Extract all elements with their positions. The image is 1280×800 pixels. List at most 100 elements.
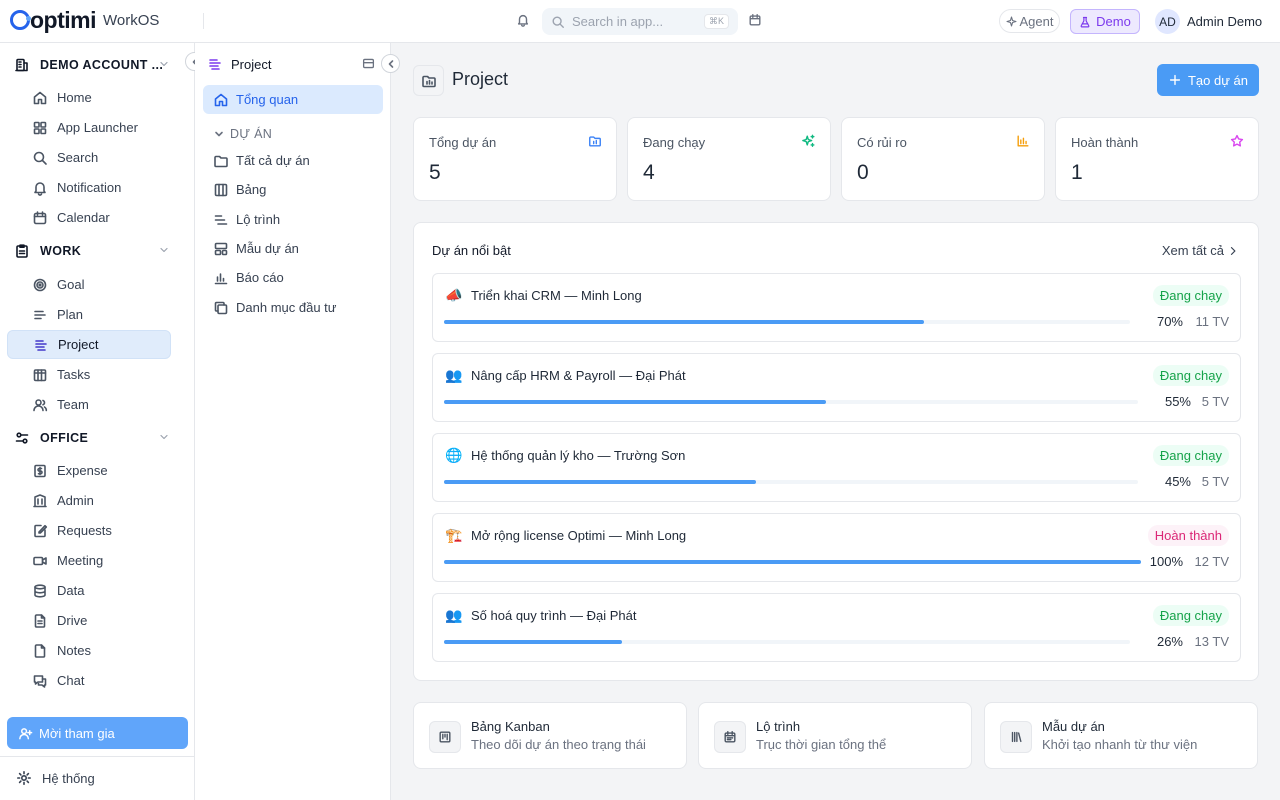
stat-card-total[interactable]: Tổng dự án 5 xyxy=(413,117,617,201)
project-card[interactable]: 📣 Triển khai CRM — Minh Long Đang chạy 7… xyxy=(432,273,1241,342)
bell-icon xyxy=(34,181,46,196)
sidebar-item-data[interactable]: Data xyxy=(7,576,171,605)
sidebar-item-expense[interactable]: Expense xyxy=(7,456,171,485)
sidebar-item-label: Goal xyxy=(57,277,85,292)
project-emoji: 📣 xyxy=(445,287,463,303)
subnav-group-projects[interactable]: DỰ ÁN xyxy=(214,127,272,141)
search-input[interactable]: Search in app... ⌘K xyxy=(542,8,738,35)
progress-track xyxy=(444,640,1130,644)
member-count: 5 TV xyxy=(1201,474,1229,489)
sidebar-item-tasks[interactable]: Tasks xyxy=(7,360,171,389)
quick-link-roadmap[interactable]: Lộ trình Trục thời gian tổng thể xyxy=(698,702,972,769)
home-icon xyxy=(214,93,228,106)
chevron-down-icon xyxy=(160,434,168,440)
divider xyxy=(203,13,204,29)
member-count: 13 TV xyxy=(1194,634,1229,649)
stat-card-running[interactable]: Đang chạy 4 xyxy=(627,117,831,201)
project-emoji: 🌐 xyxy=(445,447,463,463)
project-subnav: Project Tổng quan DỰ ÁN Tất cả dự án Bản… xyxy=(195,43,391,800)
subnav-item-overview[interactable]: Tổng quan xyxy=(203,85,383,114)
user-avatar[interactable]: AD xyxy=(1155,9,1180,34)
sidebar-item-team[interactable]: Team xyxy=(7,390,171,419)
chevron-down-icon xyxy=(215,131,223,137)
user-name[interactable]: Admin Demo xyxy=(1187,14,1262,29)
quick-link-kanban[interactable]: Bảng Kanban Theo dõi dự án theo trạng th… xyxy=(413,702,687,769)
subnav-item-portfolio[interactable]: Danh mục đầu tư xyxy=(203,293,383,322)
sidebar-item-requests[interactable]: Requests xyxy=(7,516,171,545)
app-logo[interactable]: optimi WorkOS xyxy=(10,5,159,35)
sidebar-item-drive[interactable]: Drive xyxy=(7,606,171,635)
search-icon xyxy=(33,151,47,165)
sidebar-item-plan[interactable]: Plan xyxy=(7,300,171,329)
quick-link-title: Mẫu dự án xyxy=(1042,719,1105,734)
sidebar-item-search[interactable]: Search xyxy=(7,143,171,172)
top-bar: optimi WorkOS Search in app... ⌘K Agent … xyxy=(0,0,1280,43)
stat-value: 1 xyxy=(1071,161,1083,184)
sidebar-item-notes[interactable]: Notes xyxy=(7,636,171,665)
target-icon xyxy=(33,278,47,291)
stat-value: 5 xyxy=(429,161,441,184)
section-work[interactable]: WORK xyxy=(14,241,180,261)
project-card[interactable]: 👥 Số hoá quy trình — Đại Phát Đang chạy … xyxy=(432,593,1241,662)
subnav-item-label: Lộ trình xyxy=(236,212,281,227)
subnav-item-board[interactable]: Bảng xyxy=(203,175,383,204)
demo-button[interactable]: Demo xyxy=(1070,9,1140,34)
sidebar-item-goal[interactable]: Goal xyxy=(7,270,171,299)
sidebar-item-meeting[interactable]: Meeting xyxy=(7,546,171,575)
kanban-icon xyxy=(429,721,461,753)
sidebar-item-label: Drive xyxy=(57,613,88,628)
lines-icon xyxy=(34,310,46,319)
sidebar-item-chat[interactable]: Chat xyxy=(7,666,171,695)
progress-fill xyxy=(444,560,1141,564)
project-name: Nâng cấp HRM & Payroll — Đại Phát xyxy=(471,368,686,383)
see-all-link[interactable]: Xem tất cả xyxy=(1162,243,1239,258)
progress-fill xyxy=(444,640,623,644)
template-icon xyxy=(214,242,228,255)
sidebar-item-calendar[interactable]: Calendar xyxy=(7,203,171,232)
quick-link-templates[interactable]: Mẫu dự án Khởi tạo nhanh từ thư viện xyxy=(984,702,1258,769)
sidebar-item-app-launcher[interactable]: App Launcher xyxy=(7,113,171,142)
settings-label: Hệ thống xyxy=(42,770,95,786)
status-badge: Đang chạy xyxy=(1152,285,1229,306)
invite-label: Mời tham gia xyxy=(39,725,115,741)
subnav-item-templates[interactable]: Mẫu dự án xyxy=(203,234,383,263)
stat-card-completed[interactable]: Hoàn thành 1 xyxy=(1055,117,1259,201)
section-office[interactable]: OFFICE xyxy=(14,428,180,448)
sidebar-item-notification[interactable]: Notification xyxy=(7,173,171,202)
sidebar-item-home[interactable]: Home xyxy=(7,83,171,112)
invite-button[interactable]: Mời tham gia xyxy=(7,717,188,749)
clipboard-icon xyxy=(16,244,28,258)
stat-label: Tổng dự án xyxy=(429,135,497,150)
sidebar-item-label: Tasks xyxy=(57,367,91,382)
panel-toggle-icon[interactable] xyxy=(362,57,375,70)
settings-link[interactable]: Hệ thống xyxy=(16,770,95,786)
project-card[interactable]: 👥 Nâng cấp HRM & Payroll — Đại Phát Đang… xyxy=(432,353,1241,422)
agent-button[interactable]: Agent xyxy=(999,9,1060,33)
progress-track xyxy=(444,480,1138,484)
subnav-item-roadmap[interactable]: Lộ trình xyxy=(203,205,383,234)
project-card[interactable]: 🌐 Hệ thống quản lý kho — Trường Sơn Đang… xyxy=(432,433,1241,502)
create-project-button[interactable]: Tạo dự án xyxy=(1157,64,1259,96)
notification-bell-icon[interactable] xyxy=(516,13,530,27)
sidebar-item-label: Calendar xyxy=(57,210,110,225)
sidebar-item-admin[interactable]: Admin xyxy=(7,486,171,515)
progress-track xyxy=(444,560,1141,564)
calendar-icon[interactable] xyxy=(748,13,762,27)
subnav-item-all-projects[interactable]: Tất cả dự án xyxy=(203,146,383,175)
edit-icon xyxy=(34,524,48,537)
stat-card-at-risk[interactable]: Có rủi ro 0 xyxy=(841,117,1045,201)
timeline-icon xyxy=(214,214,228,225)
sidebar-item-label: Project xyxy=(58,337,99,352)
stat-label: Hoàn thành xyxy=(1071,135,1139,150)
users-icon xyxy=(33,398,48,411)
subnav-item-reports[interactable]: Báo cáo xyxy=(203,263,383,292)
sidebar-item-project[interactable]: Project xyxy=(7,330,171,359)
member-count: 5 TV xyxy=(1201,394,1229,409)
tasks-icon xyxy=(33,368,47,381)
logo-text: optimi xyxy=(30,6,97,33)
subnav-item-label: Bảng xyxy=(236,182,267,197)
account-switcher[interactable]: DEMO ACCOUNT ... xyxy=(14,55,180,75)
project-card[interactable]: 🏗️ Mở rộng license Optimi — Minh Long Ho… xyxy=(432,513,1241,582)
sidebar-item-label: Expense xyxy=(57,463,108,478)
subnav-item-label: Mẫu dự án xyxy=(236,241,299,256)
